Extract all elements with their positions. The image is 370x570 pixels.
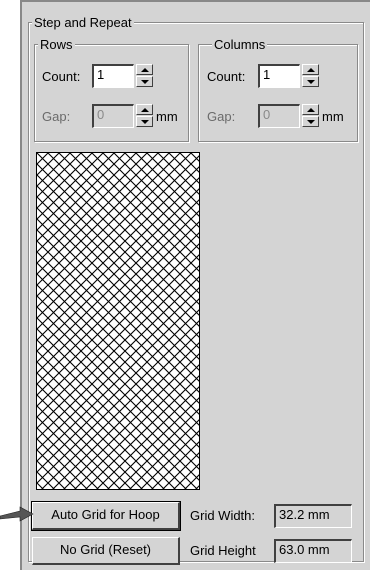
- rows-count-input[interactable]: 1: [92, 64, 134, 88]
- spin-up-icon[interactable]: [302, 104, 319, 115]
- rows-count-spinner[interactable]: [136, 64, 153, 88]
- columns-gap-label: Gap:: [207, 109, 236, 124]
- step-and-repeat-title: Step and Repeat: [32, 15, 134, 30]
- columns-gap-spinner[interactable]: [302, 104, 319, 128]
- spin-down-icon[interactable]: [302, 116, 319, 127]
- grid-width-label: Grid Width:: [190, 508, 256, 523]
- columns-count-label: Count:: [207, 69, 246, 84]
- grid-height-label: Grid Height: [190, 543, 256, 558]
- columns-count-input[interactable]: 1: [258, 64, 300, 88]
- spin-down-icon[interactable]: [136, 116, 153, 127]
- columns-title: Columns: [212, 37, 268, 52]
- columns-count-spinner[interactable]: [302, 64, 319, 88]
- rows-gap-spinner[interactable]: [136, 104, 153, 128]
- rows-gap-label: Gap:: [42, 109, 71, 124]
- pointer-arrow-icon: [0, 506, 34, 522]
- rows-gap-unit: mm: [156, 109, 178, 124]
- spin-up-icon[interactable]: [136, 104, 153, 115]
- grid-preview: [36, 152, 200, 490]
- auto-grid-for-hoop-button[interactable]: Auto Grid for Hoop: [31, 501, 181, 531]
- spin-down-icon[interactable]: [302, 76, 319, 87]
- spin-up-icon[interactable]: [136, 64, 153, 75]
- crosshatch-pattern: [37, 153, 199, 489]
- grid-width-field: 32.2 mm: [274, 504, 352, 528]
- rows-count-label: Count:: [42, 69, 81, 84]
- step-and-repeat-panel: Step and Repeat Rows Count: 1 Gap: 0 mm …: [20, 0, 370, 570]
- columns-gap-input[interactable]: 0: [258, 104, 300, 128]
- spin-down-icon[interactable]: [136, 76, 153, 87]
- spin-up-icon[interactable]: [302, 64, 319, 75]
- rows-gap-input[interactable]: 0: [92, 104, 134, 128]
- no-grid-reset-button[interactable]: No Grid (Reset): [32, 537, 180, 565]
- columns-gap-unit: mm: [322, 109, 344, 124]
- grid-height-field: 63.0 mm: [274, 539, 352, 563]
- rows-title: Rows: [38, 37, 75, 52]
